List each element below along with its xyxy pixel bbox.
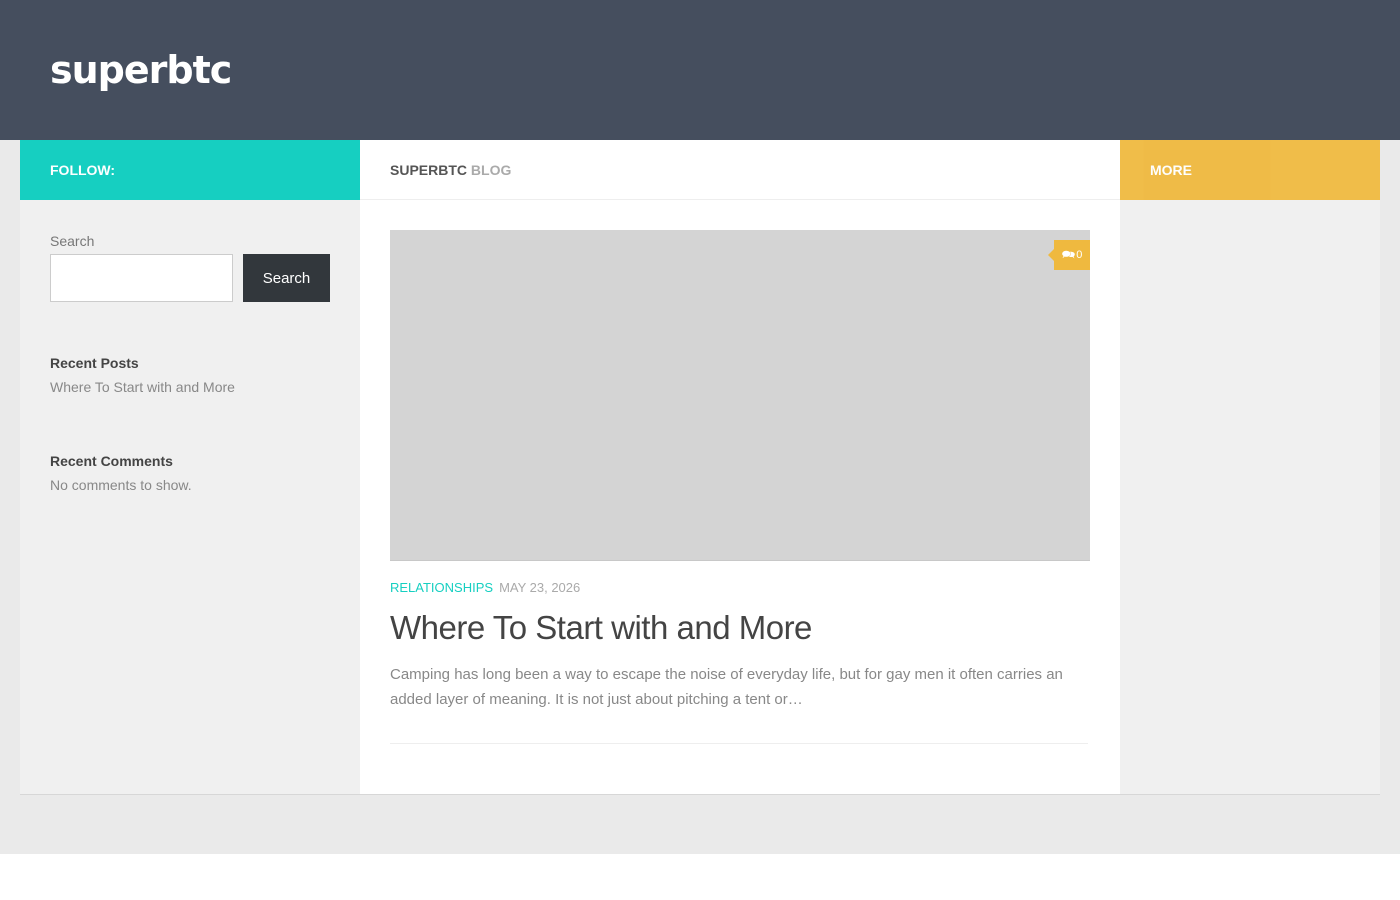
- blog-heading-site: SUPERBTC: [390, 162, 468, 178]
- follow-bar: FOLLOW:: [20, 140, 360, 200]
- comments-icon: 🗪: [1061, 249, 1076, 261]
- recent-comments-empty: No comments to show.: [50, 477, 192, 493]
- search-label: Search: [50, 233, 95, 249]
- post-meta: RELATIONSHIPS MAY 23, 2026: [390, 580, 580, 595]
- post-category-link[interactable]: RELATIONSHIPS: [390, 580, 493, 595]
- recent-post-link[interactable]: Where To Start with and More: [50, 379, 235, 395]
- more-bar: MORE: [1120, 140, 1380, 200]
- blog-heading-label: BLOG: [470, 162, 512, 178]
- recent-posts-title: Recent Posts: [50, 355, 139, 371]
- featured-image[interactable]: 🗪0: [390, 230, 1090, 561]
- site-title[interactable]: superbtc: [50, 44, 232, 96]
- search-input[interactable]: [50, 254, 233, 302]
- content-wrapper: FOLLOW: Search Search Recent Posts Where…: [20, 140, 1380, 794]
- recent-comments-title: Recent Comments: [50, 453, 173, 469]
- post-title[interactable]: Where To Start with and More: [390, 608, 812, 648]
- post-excerpt: Camping has long been a way to escape th…: [390, 666, 1063, 708]
- comment-count-badge[interactable]: 🗪0: [1048, 240, 1090, 270]
- right-sidebar: [1120, 140, 1380, 794]
- post-divider: [390, 743, 1088, 744]
- comment-count: 0: [1076, 249, 1083, 261]
- post-date: MAY 23, 2026: [499, 580, 581, 595]
- site-header: superbtc: [0, 0, 1400, 140]
- recent-posts-list: Where To Start with and More: [50, 379, 235, 395]
- blog-heading: SUPERBTC BLOG: [360, 140, 1120, 200]
- left-sidebar: FOLLOW: Search Search Recent Posts Where…: [20, 140, 360, 794]
- search-button[interactable]: Search: [243, 254, 330, 302]
